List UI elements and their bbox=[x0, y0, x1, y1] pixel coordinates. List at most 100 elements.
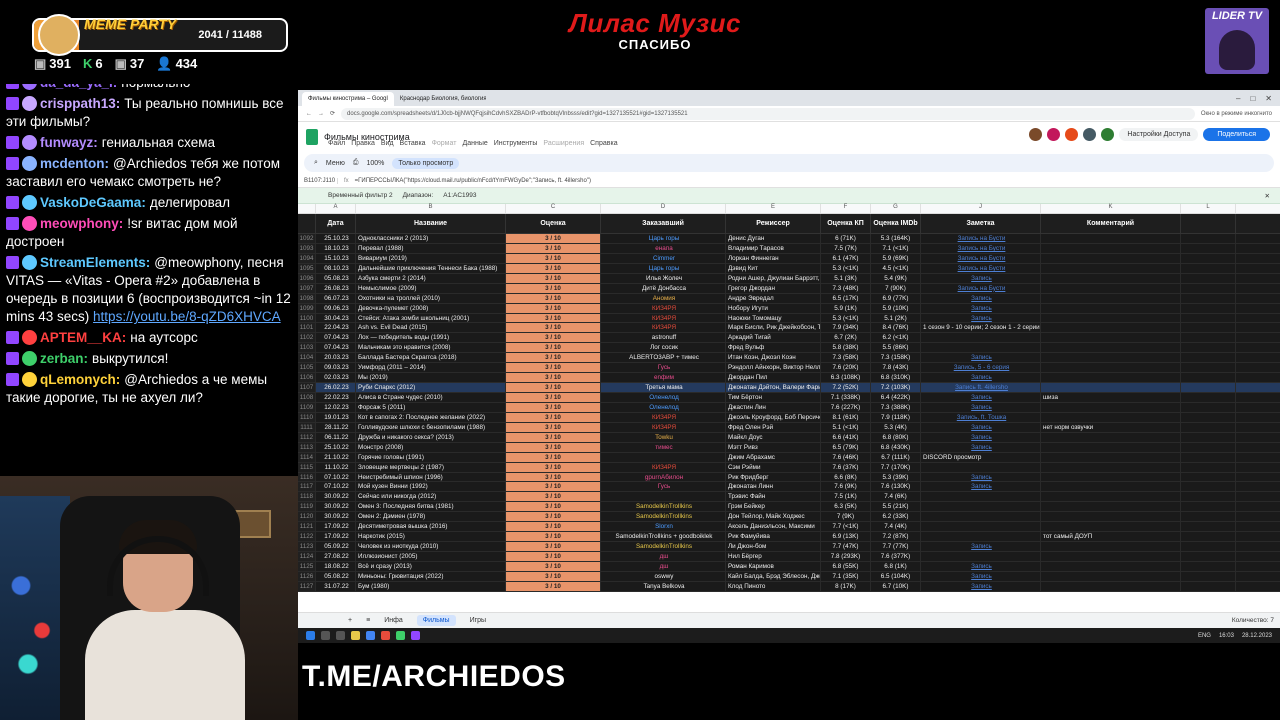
chat-message[interactable]: qLemonych: @Archiedos а че мемы такие дор… bbox=[6, 371, 294, 407]
sheets-logo-icon[interactable] bbox=[306, 129, 318, 145]
cell-note[interactable]: Запись bbox=[921, 293, 1041, 303]
chat-username[interactable]: mcdenton: bbox=[40, 156, 109, 171]
access-settings-button[interactable]: Настройки Доступа bbox=[1119, 128, 1199, 141]
close-filter-icon[interactable]: ✕ bbox=[1265, 192, 1280, 200]
print-icon[interactable]: ⎙ bbox=[353, 159, 359, 167]
twitch-icon[interactable] bbox=[411, 631, 420, 640]
clock-time[interactable]: 16:03 bbox=[1219, 633, 1234, 639]
app-icon[interactable] bbox=[396, 631, 405, 640]
menu-item[interactable]: Файл bbox=[328, 140, 345, 147]
viewer-avatar[interactable] bbox=[1047, 128, 1061, 141]
cell-note[interactable]: Запись bbox=[921, 581, 1041, 591]
table-row[interactable]: 1123 05.09.22 Человек из ниоткуда (2010) 3 … bbox=[298, 542, 1280, 552]
cell-note[interactable]: Запись, ft. Тошка bbox=[921, 412, 1041, 422]
table-row[interactable]: 1125 18.08.22 Всё и сразу (2013) 3 / 10 дш Ро… bbox=[298, 561, 1280, 572]
cell-note[interactable]: Запись на Бусти bbox=[921, 243, 1041, 253]
chat-panel[interactable]: da_da_ya_i: нормально crisppath13:Ты реаль… bbox=[6, 84, 294, 476]
chat-username[interactable]: qLemonych: bbox=[40, 372, 120, 387]
table-row[interactable]: 1097 26.08.23 Немыслимое (2009) 3 / 10 Дитё … bbox=[298, 283, 1280, 294]
chat-username[interactable]: StreamElements: bbox=[40, 255, 150, 270]
chat-username[interactable]: da_da_ya_i: bbox=[40, 84, 117, 90]
sheet-tab-games[interactable]: Игры bbox=[470, 617, 487, 624]
table-row[interactable]: 1116 07.10.22 Неистребимый шпион (1996) 3 /… bbox=[298, 472, 1280, 483]
menu-item[interactable]: Справка bbox=[590, 140, 617, 147]
cell-note[interactable]: Запись bbox=[921, 353, 1041, 363]
chat-message[interactable]: crisppath13: Ты реально помнишь все эти ф… bbox=[6, 95, 294, 131]
search-icon[interactable] bbox=[321, 631, 330, 640]
cell-note[interactable]: Запись bbox=[921, 571, 1041, 581]
browser-tab-sheets[interactable]: Фильмы кинострима – Googl bbox=[302, 92, 394, 106]
cell-note[interactable]: Запись на Бусти bbox=[921, 263, 1041, 273]
column-header[interactable]: Режиссер bbox=[726, 214, 821, 233]
menu-item[interactable]: Формат bbox=[432, 140, 457, 147]
table-row[interactable]: 1101 22.04.23 Ash vs. Evil Dead (2015) 3 / … bbox=[298, 323, 1280, 334]
viewer-avatar[interactable] bbox=[1101, 128, 1115, 141]
column-header[interactable]: Комментарий bbox=[1041, 214, 1181, 233]
column-header[interactable]: Оценка bbox=[506, 214, 601, 233]
close-icon[interactable]: ✕ bbox=[1265, 94, 1272, 103]
sheet-tab-info[interactable]: Инфа bbox=[384, 617, 403, 624]
cell-note[interactable]: Запись bbox=[921, 273, 1041, 283]
language-indicator[interactable]: ENG bbox=[1198, 633, 1211, 639]
column-header[interactable]: Оценка КП bbox=[821, 214, 871, 233]
cell-note[interactable]: Запись на Бусти bbox=[921, 234, 1041, 243]
table-row[interactable]: 1105 09.03.23 Уимфорд (2011 – 2014) 3 / 10 Г… bbox=[298, 363, 1280, 374]
menu-item[interactable]: Вставка bbox=[400, 140, 426, 147]
viewer-avatar[interactable] bbox=[1065, 128, 1079, 141]
table-row[interactable]: 1100 30.04.23 Стейси: Атака зомби школьниц… bbox=[298, 313, 1280, 324]
table-row[interactable]: 1109 12.02.23 Форсаж 5 (2011) 3 / 10 Оленело… bbox=[298, 402, 1280, 413]
table-row[interactable]: 1121 17.09.22 Десятиметровая вышка (2016) 3… bbox=[298, 522, 1280, 533]
column-header[interactable]: Название bbox=[356, 214, 506, 233]
browser-tab-second[interactable]: Краснодар Биология, биология bbox=[394, 92, 486, 106]
column-header[interactable]: Заметка bbox=[921, 214, 1041, 233]
table-row[interactable]: 1118 30.09.22 Сейчас или никогда (2012) 3 /… bbox=[298, 492, 1280, 503]
zoom-select[interactable]: 100% bbox=[366, 160, 384, 167]
minimize-icon[interactable]: – bbox=[1236, 94, 1240, 103]
cell-note[interactable]: Запись, 5 - 6 серия bbox=[921, 363, 1041, 373]
cell-note[interactable]: Запись на Бусти bbox=[921, 283, 1041, 293]
filter-name[interactable]: Временный фильтр 2 bbox=[328, 192, 393, 199]
table-row[interactable]: 1104 20.03.23 Баллада Бастера Скраггса (20… bbox=[298, 353, 1280, 364]
table-row[interactable]: 1096 05.08.23 Азбука смерти 2 (2014) 3 / 10… bbox=[298, 273, 1280, 284]
chat-message[interactable]: VaskoDeGaama: делегировал bbox=[6, 194, 294, 212]
table-row[interactable]: 1117 07.10.22 Мой кузен Винни (1992) 3 / 10… bbox=[298, 482, 1280, 493]
cell-note[interactable]: Запись bbox=[921, 373, 1041, 383]
table-row[interactable]: 1113 25.10.22 Монстро (2008) 3 / 10 тимес Мэт… bbox=[298, 442, 1280, 453]
menus-button[interactable]: Меню bbox=[326, 160, 345, 167]
add-sheet-icon[interactable]: + bbox=[348, 617, 352, 624]
cell-note[interactable]: Запись bbox=[921, 393, 1041, 402]
cell-note[interactable]: Запись bbox=[921, 561, 1041, 571]
maximize-icon[interactable]: □ bbox=[1250, 94, 1255, 103]
table-row[interactable]: 1124 27.08.22 Иллюзионист (2005) 3 / 10 дш Ни… bbox=[298, 552, 1280, 562]
table-row[interactable]: 1110 19.01.23 Кот в сапогах 2: Последнее ж… bbox=[298, 412, 1280, 423]
table-row[interactable]: 1107 26.02.23 Руби Спаркс (2012) 3 / 10 Трет… bbox=[298, 383, 1280, 393]
share-button[interactable]: Поделиться bbox=[1203, 128, 1270, 141]
table-row[interactable]: 1111 28.11.22 Голливудские шлюхи с бензопи… bbox=[298, 422, 1280, 433]
table-row[interactable]: 1108 22.02.23 Алиса в Стране чудес (2010) 3… bbox=[298, 393, 1280, 403]
viewer-avatar[interactable] bbox=[1029, 128, 1043, 141]
cell-note[interactable]: Запись bbox=[921, 472, 1041, 482]
cell-note[interactable]: Запись bbox=[921, 442, 1041, 452]
column-header[interactable]: Заказавший bbox=[601, 214, 726, 233]
table-row[interactable]: 1103 07.04.23 Мальчикам это нравится (2008… bbox=[298, 343, 1280, 354]
chat-username[interactable]: crisppath13: bbox=[40, 96, 120, 111]
table-row[interactable]: 1098 06.07.23 Охотники на троллей (2010) 3 … bbox=[298, 293, 1280, 304]
cell-note[interactable]: Запись bbox=[921, 303, 1041, 313]
column-letter[interactable]: C bbox=[506, 204, 601, 213]
chat-message[interactable]: zerban: выкрутился! bbox=[6, 350, 294, 368]
menu-item[interactable]: Инструменты bbox=[494, 140, 538, 147]
folder-icon[interactable] bbox=[351, 631, 360, 640]
chat-message[interactable]: da_da_ya_i: нормально bbox=[6, 84, 294, 92]
clock-date[interactable]: 28.12.2023 bbox=[1242, 633, 1272, 639]
chat-message[interactable]: meowphony: !sr витас дом мой достроен bbox=[6, 215, 294, 251]
menu-item[interactable]: Данные bbox=[462, 140, 487, 147]
cell-note[interactable]: Запись bbox=[921, 432, 1041, 442]
table-row[interactable]: 1120 30.09.22 Омен 2: Дэмиен (1978) 3 / 10 S… bbox=[298, 512, 1280, 523]
chat-username[interactable]: VaskoDeGaama: bbox=[40, 195, 146, 210]
chat-username[interactable]: funwayz: bbox=[40, 135, 98, 150]
table-row[interactable]: 1114 21.10.22 Горячие головы (1991) 3 / 10 Д… bbox=[298, 452, 1280, 463]
menu-item[interactable]: Расширения bbox=[543, 140, 584, 147]
chat-message[interactable]: mcdenton: @Archiedos тебя же потом застав… bbox=[6, 155, 294, 191]
cell-note[interactable]: Запись bbox=[921, 482, 1041, 492]
table-row[interactable]: 1119 30.09.22 Омен 3: Последняя битва (198… bbox=[298, 502, 1280, 513]
